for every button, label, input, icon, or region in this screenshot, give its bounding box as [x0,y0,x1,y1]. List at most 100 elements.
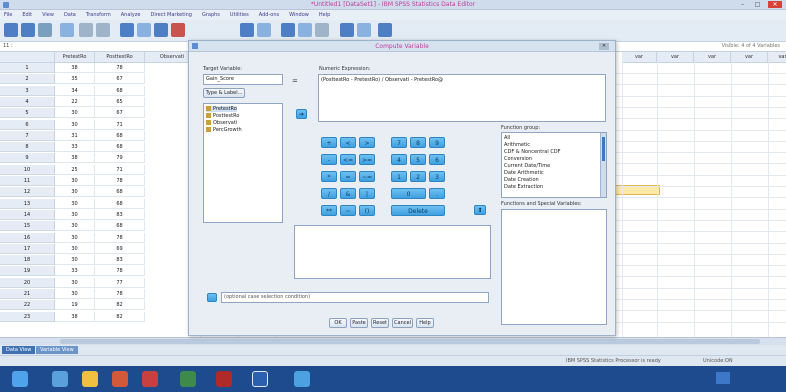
table-cell[interactable]: 83 [95,209,145,220]
key-equal[interactable]: = [340,171,356,182]
table-cell[interactable]: 35 [55,74,95,85]
table-cell[interactable]: 83 [95,255,145,266]
table-cell[interactable]: 68 [95,187,145,198]
key-or[interactable]: | [359,188,375,199]
table-cell[interactable]: 38 [55,63,95,73]
row-number[interactable]: 15 [0,221,55,232]
table-cell[interactable]: 78 [95,176,145,186]
table-cell[interactable]: 30 [55,277,95,288]
table-cell[interactable]: 68 [95,142,145,153]
table-cell[interactable]: 68 [95,85,145,96]
tab-variable-view[interactable]: Variable View [36,346,78,354]
table-cell[interactable]: 65 [95,96,145,107]
row-number[interactable]: 1 [0,63,55,73]
key-multiply[interactable]: * [321,171,337,182]
table-cell[interactable]: 67 [95,108,145,119]
office-icon[interactable] [112,371,128,387]
value-labels-icon[interactable] [340,23,354,37]
dialog-recall-icon[interactable] [60,23,74,37]
function-group-item[interactable]: Date Extraction [504,184,543,190]
menu-utilities[interactable]: Utilities [230,12,249,18]
save-icon[interactable] [21,23,35,37]
column-header[interactable]: var [768,52,786,63]
dialog-close-button[interactable]: ✕ [599,43,609,50]
key-delete[interactable]: Delete [391,205,445,216]
table-cell[interactable]: 33 [55,142,95,153]
menu-add-ons[interactable]: Add-ons [259,12,279,18]
maximize-button[interactable]: □ [753,1,762,8]
key-6[interactable]: 6 [429,154,445,165]
function-group-item[interactable]: All [504,135,510,141]
key-divide[interactable]: / [321,188,337,199]
key-4[interactable]: 4 [391,154,407,165]
table-cell[interactable]: 77 [95,277,145,288]
row-number[interactable]: 13 [0,198,55,209]
row-number[interactable]: 6 [0,119,55,130]
function-group-item[interactable]: Conversion [504,156,532,162]
column-header[interactable]: var [694,52,731,63]
row-number[interactable]: 12 [0,187,55,198]
menu-edit[interactable]: Edit [22,12,32,18]
table-cell[interactable]: 19 [55,300,95,311]
key-7[interactable]: 7 [391,137,407,148]
ok-button[interactable]: OK [329,318,347,328]
menu-window[interactable]: Window [289,12,309,18]
key-greater-equal[interactable]: >= [359,154,375,165]
variable-item[interactable]: Observati [206,120,237,126]
table-cell[interactable]: 71 [95,164,145,175]
column-header[interactable]: PretestRo [55,52,95,63]
row-number[interactable]: 9 [0,153,55,164]
table-cell[interactable]: 30 [55,119,95,130]
close-button[interactable]: ✕ [768,1,782,8]
row-number[interactable]: 14 [0,209,55,220]
goto-variable-icon[interactable] [137,23,151,37]
table-cell[interactable]: 67 [95,74,145,85]
key-minus[interactable]: - [321,154,337,165]
row-number[interactable]: 16 [0,232,55,243]
function-group-list[interactable]: All Arithmetic CDF & Noncentral CDF Conv… [501,132,607,198]
select-cases-icon[interactable] [315,23,329,37]
key-not[interactable]: ~ [340,205,356,216]
menu-view[interactable]: View [42,12,54,18]
table-cell[interactable]: 25 [55,164,95,175]
row-number[interactable]: 20 [0,277,55,288]
table-cell[interactable]: 30 [55,187,95,198]
table-cell[interactable]: 78 [95,232,145,243]
insert-function-arrow-button[interactable]: ⬆ [474,205,486,215]
table-cell[interactable]: 30 [55,289,95,299]
chrome-icon[interactable] [180,371,196,387]
key-less-than[interactable]: < [340,137,356,148]
table-cell[interactable]: 68 [95,221,145,232]
undo-icon[interactable] [79,23,93,37]
paste-button[interactable]: Paste [350,318,368,328]
weight-cases-icon[interactable] [298,23,312,37]
redo-icon[interactable] [96,23,110,37]
column-header[interactable]: var [622,52,657,63]
variable-item[interactable]: PosttestRo [206,113,239,119]
table-cell[interactable]: 31 [55,130,95,141]
row-number[interactable]: 23 [0,311,55,322]
table-cell[interactable]: 82 [95,311,145,322]
scrollbar-thumb[interactable] [60,339,760,344]
row-number[interactable]: 7 [0,130,55,141]
key-8[interactable]: 8 [410,137,426,148]
row-number[interactable]: 8 [0,142,55,153]
menu-transform[interactable]: Transform [86,12,111,18]
start-icon[interactable] [12,371,28,387]
table-cell[interactable]: 69 [95,243,145,254]
table-cell[interactable]: 22 [55,96,95,107]
table-cell[interactable]: 30 [55,209,95,220]
key-less-equal[interactable]: <= [340,154,356,165]
target-variable-input[interactable]: Gain_Score [203,74,283,85]
variable-item[interactable]: PretestRo [206,106,237,112]
key-power[interactable]: ** [321,205,337,216]
goto-case-icon[interactable] [120,23,134,37]
table-cell[interactable]: 33 [55,266,95,277]
move-variable-arrow-button[interactable]: ➔ [296,109,307,119]
menu-file[interactable]: File [4,12,12,18]
row-number[interactable]: 11 [0,176,55,186]
menu-graphs[interactable]: Graphs [202,12,220,18]
column-header[interactable]: var [731,52,768,63]
find-icon[interactable] [171,23,185,37]
horizontal-scrollbar[interactable] [0,337,786,345]
